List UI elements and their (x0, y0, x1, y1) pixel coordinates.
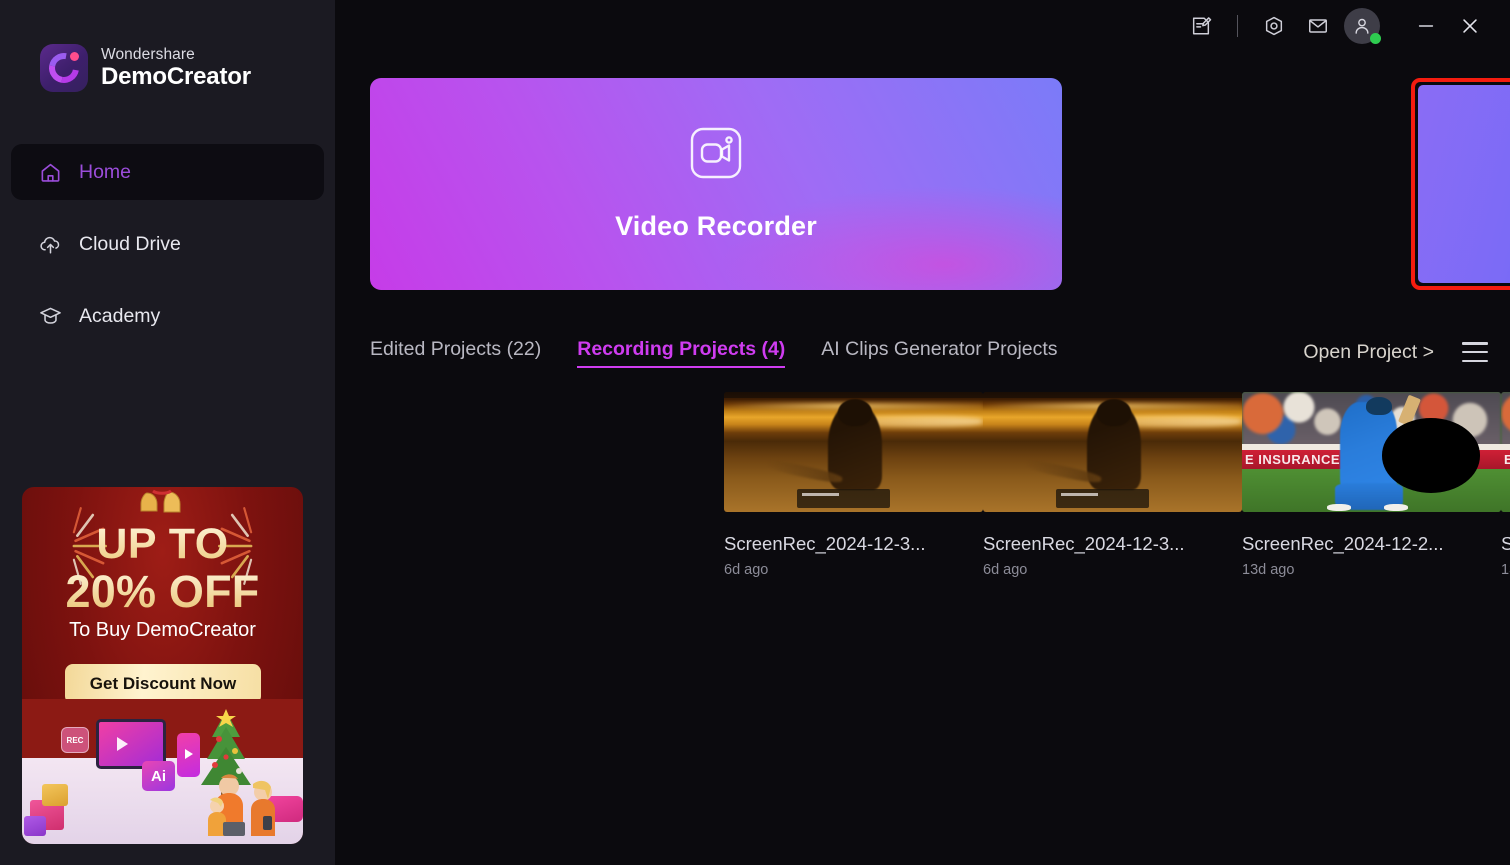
main-content: Video Recorder Video Editor Edited Proje… (335, 0, 1510, 865)
action-cards: Video Recorder (370, 78, 1490, 294)
online-status-dot (1370, 33, 1381, 44)
tab-ai-clips-generator-projects[interactable]: AI Clips Generator Projects (821, 338, 1057, 367)
sidebar-item-cloud-drive[interactable]: Cloud Drive (11, 216, 324, 272)
cloud-upload-icon (39, 233, 62, 256)
video-recorder-card[interactable]: Video Recorder (370, 78, 1062, 290)
thumbnail-banner-text: E INSURANCE D NOW (1501, 449, 1510, 469)
brand: Wondershare DemoCreator (0, 0, 335, 92)
family-illustration (208, 774, 275, 836)
sidebar-item-home[interactable]: Home (11, 144, 324, 200)
project-card[interactable]: ScreenRec_2024-12-3... 6d ago (724, 392, 983, 578)
sidebar-item-label: Academy (79, 304, 161, 327)
project-thumbnail[interactable] (983, 392, 1242, 512)
project-timestamp: 6d ago (983, 562, 1028, 578)
home-icon (39, 161, 62, 184)
promo-subtitle: To Buy DemoCreator (69, 619, 256, 641)
gift-box (24, 816, 46, 836)
rec-badge-icon: REC (61, 727, 89, 753)
promo-headline-2: 20% OFF (22, 566, 303, 618)
play-triangle-icon (117, 737, 128, 751)
hamburger-menu-icon[interactable] (1462, 342, 1488, 362)
logo-dot (70, 52, 79, 61)
project-name: ScreenRec_2024-12-3... (724, 533, 926, 554)
ai-badge-icon: Ai (142, 761, 175, 791)
open-project-button[interactable]: Open Project > (1303, 341, 1434, 364)
project-card[interactable]: E INSURANCE D NOW ScreenRec_2024-12-2...… (1242, 392, 1501, 578)
sidebar-item-academy[interactable]: Academy (11, 288, 324, 344)
account-button[interactable] (1340, 4, 1384, 48)
title-bar (335, 0, 1510, 52)
sidebar-item-label: Cloud Drive (79, 232, 181, 255)
project-name: ScreenRec_2024-12-2... (1501, 533, 1510, 554)
close-button[interactable] (1448, 4, 1492, 48)
democreator-logo-icon (40, 44, 88, 92)
project-thumbnail[interactable]: E INSURANCE D NOW (1501, 392, 1510, 512)
promo-banner[interactable]: UP TO 20% OFF To Buy DemoCreator Get Dis… (22, 487, 303, 844)
mail-envelope-icon[interactable] (1296, 4, 1340, 48)
tab-recording-projects[interactable]: Recording Projects (4) (577, 338, 786, 368)
projects-grid: ScreenRec_2024-12-3... 6d ago ScreenRec_… (724, 392, 1510, 578)
promo-illustration: REC Ai (22, 699, 303, 844)
brand-product-name: DemoCreator (101, 63, 251, 91)
camcorder-icon (689, 126, 743, 185)
sidebar: Wondershare DemoCreator Home Cloud Drive… (0, 0, 335, 865)
settings-hexagon-icon[interactable] (1252, 4, 1296, 48)
project-name: ScreenRec_2024-12-2... (1242, 533, 1444, 554)
project-thumbnail[interactable] (724, 392, 983, 512)
project-timestamp: 13d ago (1242, 562, 1295, 578)
toolbar-divider (1237, 15, 1238, 37)
minimize-button[interactable] (1404, 4, 1448, 48)
project-timestamp: 13d ago (1501, 562, 1510, 578)
play-triangle-icon (185, 749, 193, 759)
video-editor-highlight: Video Editor (1411, 78, 1510, 290)
project-thumbnail[interactable]: E INSURANCE D NOW (1242, 392, 1501, 512)
get-discount-button[interactable]: Get Discount Now (65, 664, 261, 704)
logo-arc (43, 47, 85, 89)
project-timestamp: 6d ago (724, 562, 769, 578)
video-recorder-label: Video Recorder (615, 211, 817, 241)
tab-edited-projects[interactable]: Edited Projects (22) (370, 338, 541, 367)
projects-tabbar: Edited Projects (22) Recording Projects … (370, 330, 1488, 374)
note-edit-icon[interactable] (1179, 4, 1223, 48)
avatar[interactable] (1344, 8, 1381, 44)
promo-headline-1: UP TO (22, 520, 303, 569)
gift-box (42, 784, 68, 806)
project-card[interactable]: E INSURANCE D NOW ScreenRec_2024-12-2...… (1501, 392, 1510, 578)
project-card[interactable]: ScreenRec_2024-12-3... 6d ago (983, 392, 1242, 578)
sidebar-nav: Home Cloud Drive Academy (0, 144, 335, 344)
brand-company-name: Wondershare (101, 45, 195, 63)
democreator-window: Wondershare DemoCreator Home Cloud Drive… (0, 0, 1510, 865)
video-editor-card[interactable]: Video Editor (1418, 85, 1510, 283)
graduation-cap-icon (39, 305, 62, 328)
sidebar-item-label: Home (79, 160, 132, 183)
project-name: ScreenRec_2024-12-3... (983, 533, 1185, 554)
